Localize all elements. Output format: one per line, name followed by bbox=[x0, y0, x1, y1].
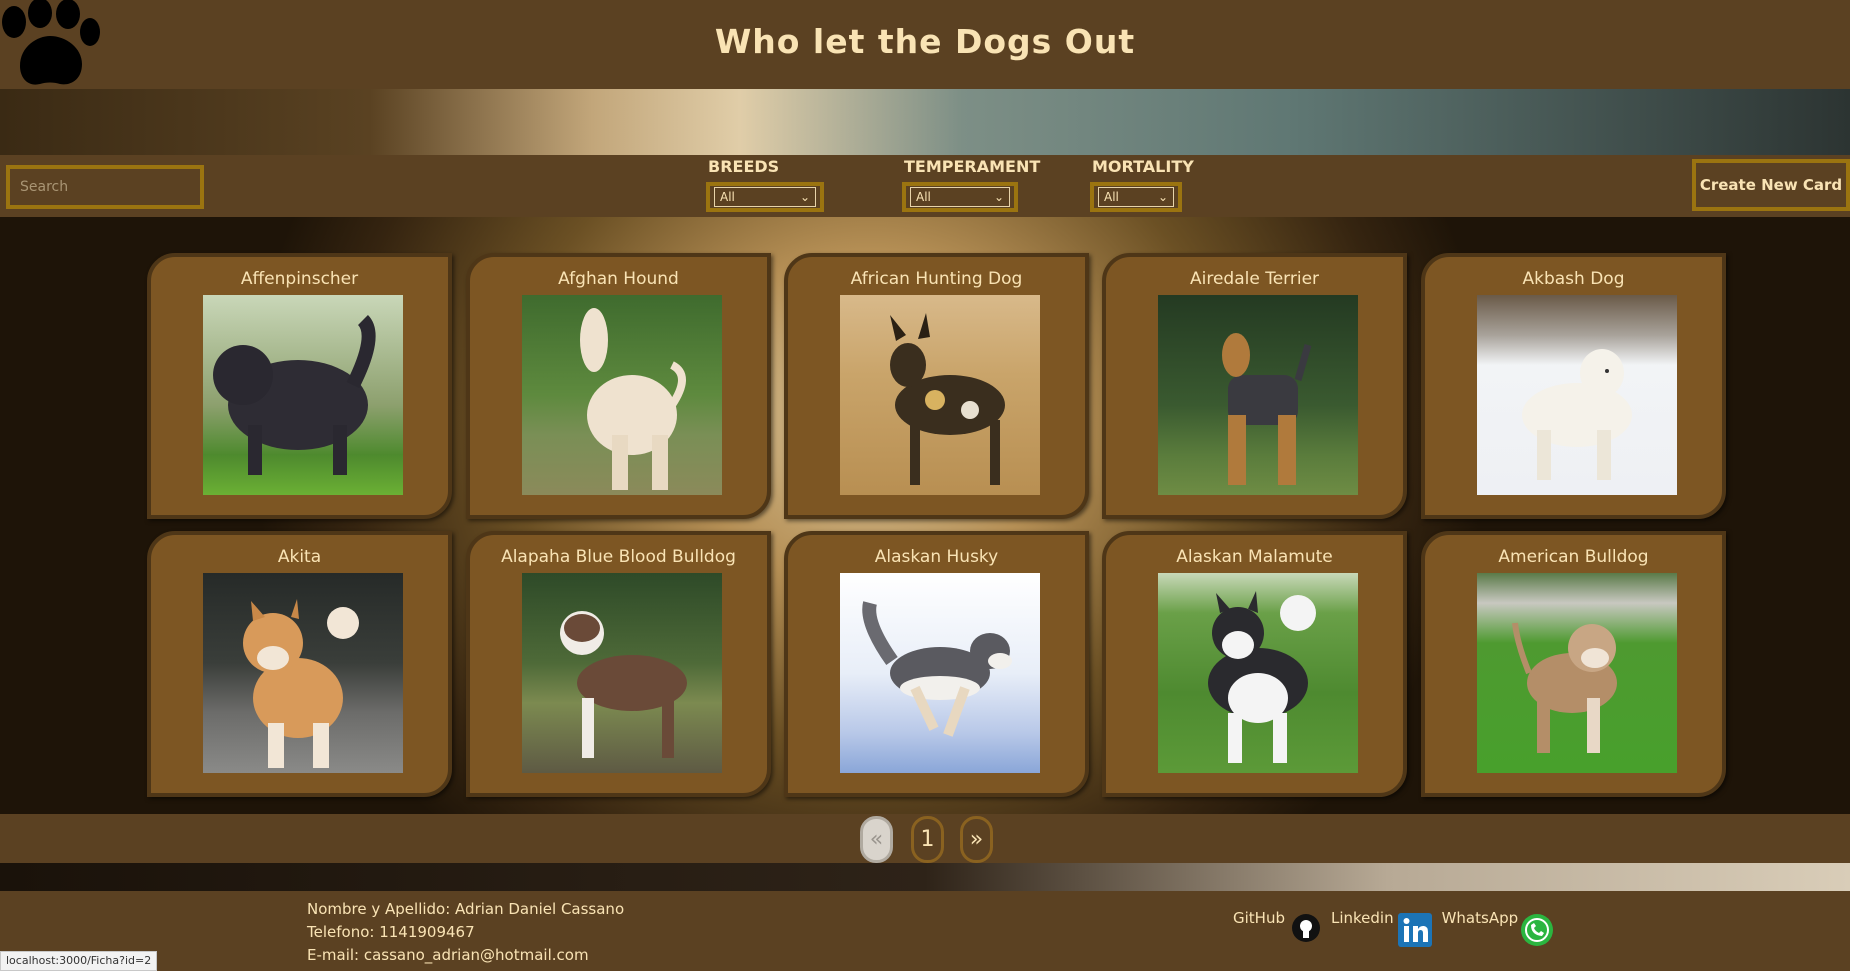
breeds-filter: BREEDS All ⌄ bbox=[706, 157, 824, 212]
dog-card-title: Alaskan Husky bbox=[874, 547, 999, 567]
whatsapp-link[interactable]: WhatsApp bbox=[1442, 909, 1555, 947]
author-name: Nombre y Apellido: Adrian Daniel Cassano bbox=[307, 900, 625, 918]
dog-card[interactable]: Alaskan Malamute bbox=[1102, 531, 1407, 797]
dog-card[interactable]: Alapaha Blue Blood Bulldog bbox=[466, 531, 771, 797]
mortality-select-value: All bbox=[1104, 190, 1119, 204]
dog-card[interactable]: Afghan Hound bbox=[466, 253, 771, 519]
github-link[interactable]: GitHub bbox=[1233, 909, 1321, 943]
site-footer: Nombre y Apellido: Adrian Daniel Cassano… bbox=[0, 891, 1850, 971]
dog-card-title: Alaskan Malamute bbox=[1176, 547, 1333, 567]
dog-photo bbox=[1477, 295, 1677, 495]
bottom-background-band bbox=[0, 863, 1850, 891]
dog-photo bbox=[1477, 573, 1677, 773]
breeds-select-value: All bbox=[720, 190, 735, 204]
chevron-down-icon: ⌄ bbox=[993, 190, 1004, 204]
dog-photo bbox=[1158, 573, 1358, 773]
page-title: Who let the Dogs Out bbox=[714, 22, 1136, 61]
temperament-select[interactable]: All ⌄ bbox=[902, 182, 1018, 212]
temperament-select-value: All bbox=[916, 190, 931, 204]
linkedin-icon bbox=[1397, 913, 1432, 947]
mortality-filter: MORTALITY All ⌄ bbox=[1090, 157, 1194, 212]
dog-card-title: American Bulldog bbox=[1498, 547, 1649, 567]
dog-card[interactable]: Akita bbox=[147, 531, 452, 797]
whatsapp-icon bbox=[1521, 914, 1554, 946]
chevron-down-icon: ⌄ bbox=[799, 190, 810, 204]
github-link-label: GitHub bbox=[1233, 909, 1285, 927]
author-email: E-mail: cassano_adrian@hotmail.com bbox=[307, 946, 589, 964]
hero-background-band bbox=[0, 89, 1850, 155]
pagination-bar: « 1 » bbox=[0, 814, 1850, 863]
author-phone: Telefono: 1141909467 bbox=[307, 923, 475, 941]
contact-info: Nombre y Apellido: Adrian Daniel Cassano… bbox=[307, 898, 624, 967]
dog-photo bbox=[203, 295, 403, 495]
dog-card[interactable]: American Bulldog bbox=[1421, 531, 1726, 797]
temperament-filter-label: TEMPERAMENT bbox=[904, 157, 1041, 176]
dog-card-title: African Hunting Dog bbox=[850, 269, 1023, 289]
create-new-card-button[interactable]: Create New Card bbox=[1692, 159, 1850, 211]
dog-card-title: Alapaha Blue Blood Bulldog bbox=[501, 547, 736, 567]
dog-photo bbox=[522, 573, 722, 773]
dog-photo bbox=[203, 573, 403, 773]
dog-photo bbox=[840, 573, 1040, 773]
next-page-button[interactable]: » bbox=[960, 816, 993, 863]
social-links: GitHub Linkedin WhatsApp bbox=[1233, 909, 1564, 947]
dog-card[interactable]: African Hunting Dog bbox=[784, 253, 1089, 519]
dog-card[interactable]: Affenpinscher bbox=[147, 253, 452, 519]
dog-card[interactable]: Akbash Dog bbox=[1421, 253, 1726, 519]
github-icon bbox=[1291, 914, 1320, 942]
temperament-filter: TEMPERAMENT All ⌄ bbox=[902, 157, 1040, 212]
dog-card-title: Affenpinscher bbox=[240, 269, 359, 289]
filter-toolbar: BREEDS All ⌄ TEMPERAMENT All ⌄ MORTALITY A… bbox=[0, 155, 1850, 217]
dog-card[interactable]: Alaskan Husky bbox=[784, 531, 1089, 797]
whatsapp-link-label: WhatsApp bbox=[1441, 909, 1519, 927]
mortality-select[interactable]: All ⌄ bbox=[1090, 182, 1182, 212]
previous-page-button[interactable]: « bbox=[860, 816, 893, 863]
site-header: Who let the Dogs Out bbox=[0, 0, 1850, 89]
dog-card-title: Afghan Hound bbox=[558, 269, 679, 289]
dog-photo bbox=[522, 295, 722, 495]
browser-status-url: localhost:3000/Ficha?id=2 bbox=[0, 951, 158, 971]
breeds-filter-label: BREEDS bbox=[708, 157, 780, 176]
dog-card-title: Akbash Dog bbox=[1522, 269, 1625, 289]
linkedin-link[interactable]: Linkedin bbox=[1331, 909, 1432, 947]
dog-photo bbox=[1158, 295, 1358, 495]
linkedin-link-label: Linkedin bbox=[1330, 909, 1394, 927]
mortality-filter-label: MORTALITY bbox=[1092, 157, 1194, 176]
dog-card-title: Airedale Terrier bbox=[1189, 269, 1320, 289]
dog-card-title: Akita bbox=[277, 547, 322, 567]
breeds-select[interactable]: All ⌄ bbox=[706, 182, 824, 212]
chevron-down-icon: ⌄ bbox=[1157, 190, 1168, 204]
dog-card[interactable]: Airedale Terrier bbox=[1102, 253, 1407, 519]
dog-photo bbox=[840, 295, 1040, 495]
page-number-button[interactable]: 1 bbox=[911, 816, 944, 863]
search-input[interactable] bbox=[6, 165, 204, 209]
